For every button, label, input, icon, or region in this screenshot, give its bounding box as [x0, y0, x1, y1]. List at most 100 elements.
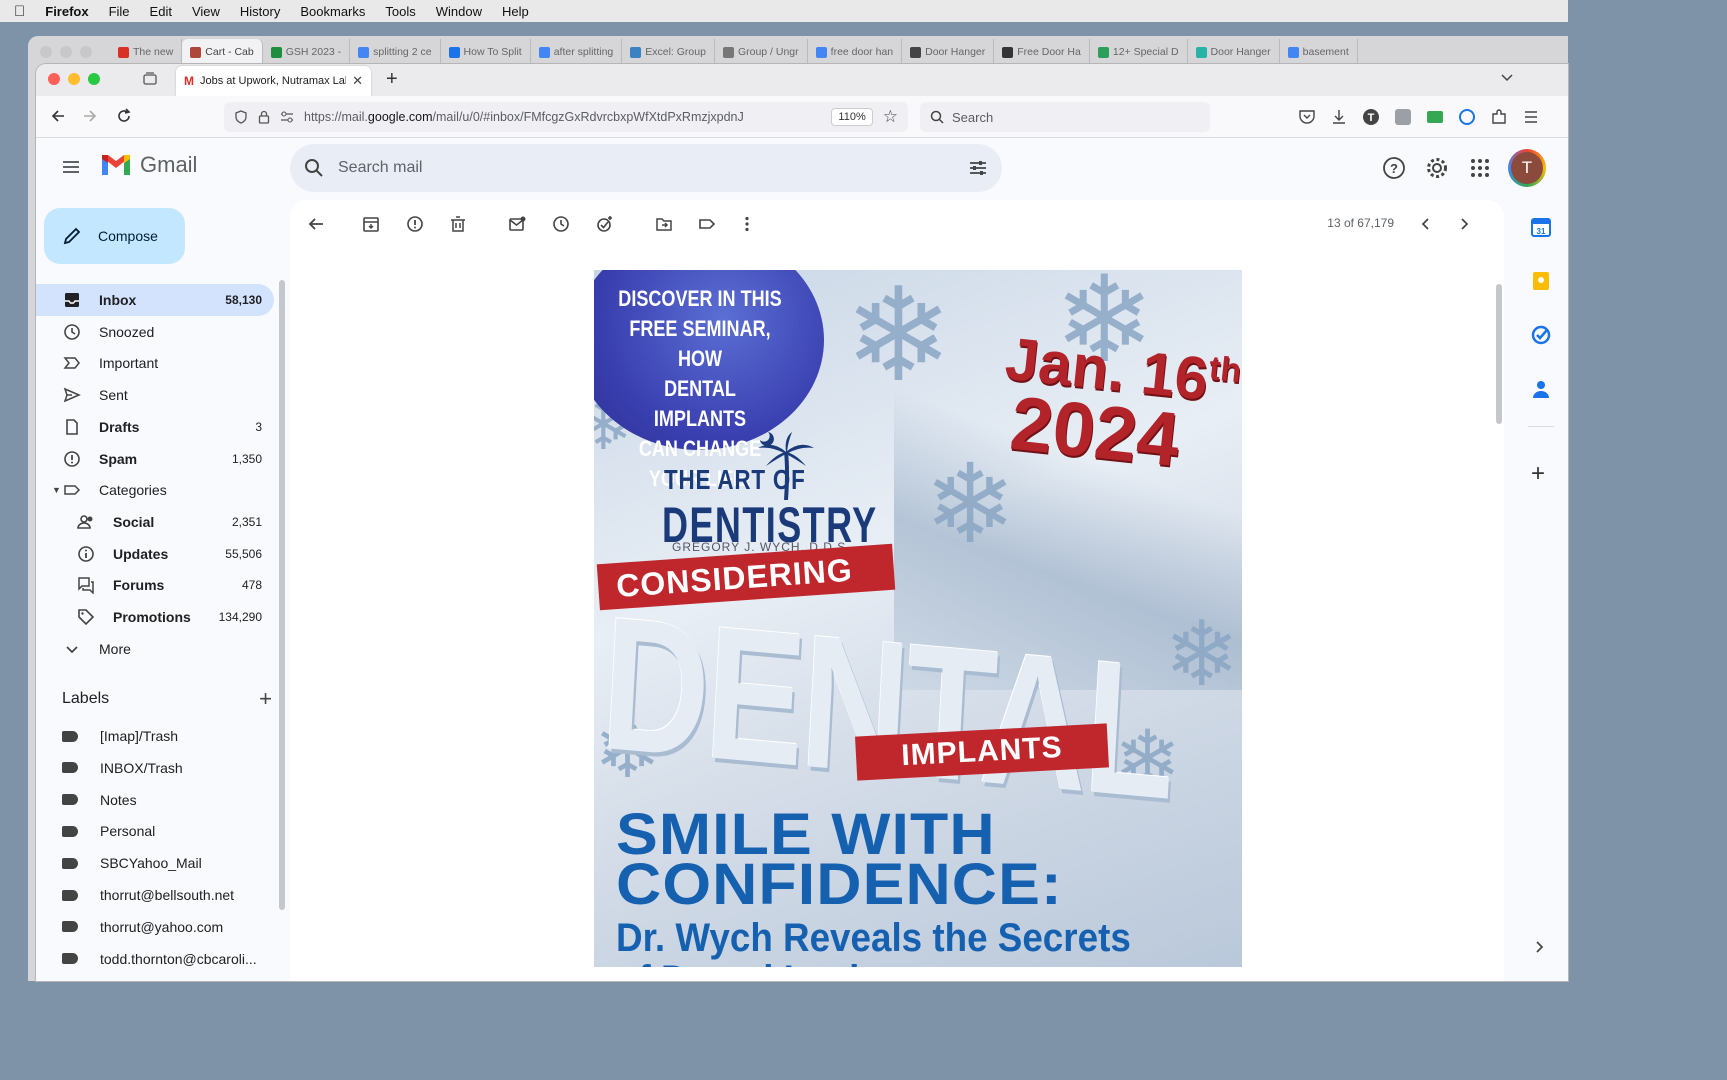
nav-item-spam[interactable]: Spam 1,350 — [36, 443, 274, 475]
close-window-button[interactable] — [48, 73, 60, 85]
main-menu-icon[interactable] — [60, 156, 82, 178]
background-tab[interactable]: Excel: Group — [622, 39, 715, 65]
background-tab[interactable]: basement — [1280, 39, 1358, 65]
more-options-icon[interactable] — [737, 214, 757, 234]
maximize-window-button[interactable] — [88, 73, 100, 85]
hide-side-panel-icon[interactable] — [1534, 940, 1546, 954]
label-item[interactable]: todd.thornton@cbcaroli... — [62, 951, 257, 967]
help-icon[interactable]: ? — [1382, 156, 1406, 180]
category-item-forums[interactable]: Forums 478 — [36, 569, 274, 601]
label-item[interactable]: Personal — [62, 823, 155, 839]
newer-chevron-icon[interactable] — [1416, 214, 1436, 234]
category-item-social[interactable]: Social 2,351 — [36, 506, 274, 538]
menu-history[interactable]: History — [240, 4, 280, 19]
nav-item-sent[interactable]: Sent — [36, 379, 274, 411]
calendar-icon[interactable]: 31 — [1530, 216, 1552, 238]
shield-icon[interactable] — [234, 110, 248, 124]
keep-icon[interactable] — [1530, 270, 1552, 292]
nav-item-categories[interactable]: ▼ Categories — [36, 474, 274, 506]
label-icon[interactable] — [697, 214, 717, 234]
mail-search-bar[interactable]: Search mail — [290, 144, 1002, 192]
get-addons-icon[interactable]: + — [1531, 460, 1545, 488]
nav-item-inbox[interactable]: Inbox 58,130 — [36, 284, 274, 316]
apple-icon[interactable]:  — [14, 3, 25, 20]
extension-green-icon[interactable] — [1426, 108, 1444, 126]
zoom-level-badge[interactable]: 110% — [831, 108, 873, 126]
menu-bookmarks[interactable]: Bookmarks — [300, 4, 365, 19]
tab-overview-icon[interactable] — [142, 71, 158, 87]
background-tab[interactable]: GSH 2023 - — [263, 39, 351, 65]
archive-icon[interactable] — [361, 214, 381, 234]
nav-item-snoozed[interactable]: Snoozed — [36, 316, 274, 348]
background-tab[interactable]: Door Hanger — [1188, 39, 1280, 65]
extension-grey-icon[interactable] — [1394, 108, 1412, 126]
nav-item-important[interactable]: Important — [36, 347, 274, 379]
background-tab[interactable]: free door han — [808, 39, 903, 65]
menu-view[interactable]: View — [192, 4, 220, 19]
browser-search-bar[interactable]: Search — [920, 102, 1210, 132]
background-tab[interactable]: Group / Ungr — [715, 39, 808, 65]
label-item[interactable]: SBCYahoo_Mail — [62, 855, 202, 871]
older-chevron-icon[interactable] — [1454, 214, 1474, 234]
list-tabs-chevron-icon[interactable] — [1500, 70, 1514, 84]
sidebar-scrollbar[interactable] — [279, 280, 285, 910]
background-tab[interactable]: The new — [110, 39, 183, 65]
downloads-icon[interactable] — [1330, 108, 1348, 126]
lock-icon[interactable] — [258, 110, 270, 124]
forward-icon[interactable] — [82, 108, 98, 124]
label-item[interactable]: thorrut@yahoo.com — [62, 919, 223, 935]
search-options-icon[interactable] — [968, 158, 988, 178]
label-item[interactable]: INBOX/Trash — [62, 760, 183, 776]
gmail-logo[interactable]: Gmail — [100, 152, 197, 178]
menu-edit[interactable]: Edit — [150, 4, 172, 19]
pocket-icon[interactable] — [1298, 108, 1316, 126]
delete-icon[interactable] — [448, 214, 468, 234]
background-tab[interactable]: after splitting — [531, 39, 623, 65]
background-tab[interactable]: 12+ Special D — [1090, 39, 1188, 65]
url-bar[interactable]: https://mail.google.com/mail/u/0/#inbox/… — [224, 102, 908, 132]
label-item[interactable]: thorrut@bellsouth.net — [62, 887, 234, 903]
menu-window[interactable]: Window — [436, 4, 482, 19]
settings-gear-icon[interactable] — [1425, 156, 1449, 180]
url-text[interactable]: https://mail.google.com/mail/u/0/#inbox/… — [304, 110, 744, 124]
menu-tools[interactable]: Tools — [385, 4, 415, 19]
extensions-puzzle-icon[interactable] — [1490, 108, 1508, 126]
snooze-icon[interactable] — [551, 214, 571, 234]
category-item-updates[interactable]: Updates 55,506 — [36, 538, 274, 570]
extension-t-icon[interactable]: T — [1362, 108, 1380, 126]
background-tab[interactable]: splitting 2 ce — [350, 39, 441, 65]
search-icon[interactable] — [304, 158, 324, 178]
compose-button[interactable]: Compose — [44, 208, 185, 264]
bookmark-star-icon[interactable]: ☆ — [883, 107, 898, 127]
new-tab-icon[interactable]: + — [386, 68, 398, 91]
app-menu-icon[interactable] — [1522, 108, 1540, 126]
add-to-tasks-icon[interactable] — [595, 214, 615, 234]
background-tab[interactable]: Cart - Cab — [182, 39, 263, 65]
label-item[interactable]: Notes — [62, 792, 137, 808]
mark-unread-icon[interactable] — [507, 214, 527, 234]
permissions-icon[interactable] — [280, 111, 294, 123]
background-tab[interactable]: How To Split — [441, 39, 531, 65]
minimize-window-button[interactable] — [68, 73, 80, 85]
message-scrollbar[interactable] — [1496, 284, 1502, 424]
label-item[interactable]: [Imap]/Trash — [62, 728, 178, 744]
report-spam-icon[interactable] — [405, 214, 425, 234]
nav-item-more[interactable]: More — [36, 633, 274, 665]
move-to-icon[interactable] — [654, 214, 674, 234]
back-to-inbox-icon[interactable] — [306, 214, 326, 234]
menu-app-name[interactable]: Firefox — [45, 4, 88, 19]
account-avatar[interactable]: T — [1508, 149, 1546, 187]
active-tab[interactable]: M Jobs at Upwork, Nutramax Lab ✕ — [176, 66, 371, 96]
menu-file[interactable]: File — [109, 4, 130, 19]
extension-search-icon[interactable] — [1458, 108, 1476, 126]
background-tab[interactable]: Door Hanger — [902, 39, 995, 65]
google-apps-icon[interactable] — [1470, 158, 1490, 178]
nav-item-drafts[interactable]: Drafts 3 — [36, 411, 274, 443]
background-tab[interactable]: Free Door Ha — [994, 39, 1090, 65]
caret-down-icon[interactable]: ▼ — [52, 485, 61, 495]
close-tab-icon[interactable]: ✕ — [352, 73, 363, 89]
contacts-icon[interactable] — [1530, 378, 1552, 400]
add-label-icon[interactable]: + — [259, 686, 272, 712]
tasks-icon[interactable] — [1530, 324, 1552, 346]
category-item-promotions[interactable]: Promotions 134,290 — [36, 601, 274, 633]
